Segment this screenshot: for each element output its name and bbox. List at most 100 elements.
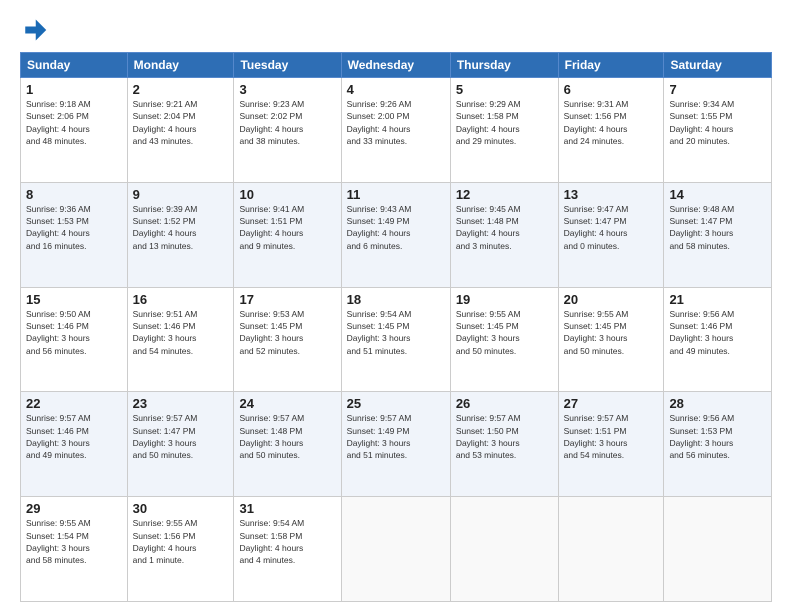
day-number: 28 [669,396,766,411]
calendar-cell: 11Sunrise: 9:43 AMSunset: 1:49 PMDayligh… [341,182,450,287]
calendar-cell: 13Sunrise: 9:47 AMSunset: 1:47 PMDayligh… [558,182,664,287]
calendar-cell: 21Sunrise: 9:56 AMSunset: 1:46 PMDayligh… [664,287,772,392]
day-number: 24 [239,396,335,411]
day-number: 11 [347,187,445,202]
day-info: Sunrise: 9:26 AMSunset: 2:00 PMDaylight:… [347,98,445,147]
day-number: 16 [133,292,229,307]
calendar-cell: 9Sunrise: 9:39 AMSunset: 1:52 PMDaylight… [127,182,234,287]
calendar-cell: 10Sunrise: 9:41 AMSunset: 1:51 PMDayligh… [234,182,341,287]
calendar-cell: 7Sunrise: 9:34 AMSunset: 1:55 PMDaylight… [664,78,772,183]
day-number: 26 [456,396,553,411]
day-number: 3 [239,82,335,97]
day-info: Sunrise: 9:56 AMSunset: 1:46 PMDaylight:… [669,308,766,357]
day-info: Sunrise: 9:47 AMSunset: 1:47 PMDaylight:… [564,203,659,252]
calendar-cell [558,497,664,602]
day-number: 25 [347,396,445,411]
day-info: Sunrise: 9:55 AMSunset: 1:54 PMDaylight:… [26,517,122,566]
day-info: Sunrise: 9:18 AMSunset: 2:06 PMDaylight:… [26,98,122,147]
calendar-week-row: 22Sunrise: 9:57 AMSunset: 1:46 PMDayligh… [21,392,772,497]
day-number: 15 [26,292,122,307]
header [20,16,772,44]
day-info: Sunrise: 9:57 AMSunset: 1:48 PMDaylight:… [239,412,335,461]
day-info: Sunrise: 9:55 AMSunset: 1:45 PMDaylight:… [564,308,659,357]
calendar-cell: 25Sunrise: 9:57 AMSunset: 1:49 PMDayligh… [341,392,450,497]
day-number: 18 [347,292,445,307]
calendar-table: SundayMondayTuesdayWednesdayThursdayFrid… [20,52,772,602]
day-info: Sunrise: 9:57 AMSunset: 1:51 PMDaylight:… [564,412,659,461]
day-info: Sunrise: 9:57 AMSunset: 1:50 PMDaylight:… [456,412,553,461]
day-header: Monday [127,53,234,78]
day-info: Sunrise: 9:21 AMSunset: 2:04 PMDaylight:… [133,98,229,147]
calendar-cell: 19Sunrise: 9:55 AMSunset: 1:45 PMDayligh… [450,287,558,392]
day-header: Saturday [664,53,772,78]
calendar-cell: 26Sunrise: 9:57 AMSunset: 1:50 PMDayligh… [450,392,558,497]
calendar-cell: 30Sunrise: 9:55 AMSunset: 1:56 PMDayligh… [127,497,234,602]
day-number: 29 [26,501,122,516]
day-number: 9 [133,187,229,202]
calendar-cell: 15Sunrise: 9:50 AMSunset: 1:46 PMDayligh… [21,287,128,392]
calendar-week-row: 15Sunrise: 9:50 AMSunset: 1:46 PMDayligh… [21,287,772,392]
calendar-cell: 28Sunrise: 9:56 AMSunset: 1:53 PMDayligh… [664,392,772,497]
day-info: Sunrise: 9:29 AMSunset: 1:58 PMDaylight:… [456,98,553,147]
day-number: 2 [133,82,229,97]
day-number: 10 [239,187,335,202]
day-info: Sunrise: 9:53 AMSunset: 1:45 PMDaylight:… [239,308,335,357]
calendar-cell: 27Sunrise: 9:57 AMSunset: 1:51 PMDayligh… [558,392,664,497]
calendar-cell [450,497,558,602]
day-number: 1 [26,82,122,97]
day-number: 21 [669,292,766,307]
day-info: Sunrise: 9:50 AMSunset: 1:46 PMDaylight:… [26,308,122,357]
calendar-cell: 31Sunrise: 9:54 AMSunset: 1:58 PMDayligh… [234,497,341,602]
page: SundayMondayTuesdayWednesdayThursdayFrid… [0,0,792,612]
day-info: Sunrise: 9:41 AMSunset: 1:51 PMDaylight:… [239,203,335,252]
day-info: Sunrise: 9:55 AMSunset: 1:56 PMDaylight:… [133,517,229,566]
calendar-cell: 17Sunrise: 9:53 AMSunset: 1:45 PMDayligh… [234,287,341,392]
day-info: Sunrise: 9:48 AMSunset: 1:47 PMDaylight:… [669,203,766,252]
calendar-week-row: 1Sunrise: 9:18 AMSunset: 2:06 PMDaylight… [21,78,772,183]
day-info: Sunrise: 9:43 AMSunset: 1:49 PMDaylight:… [347,203,445,252]
day-number: 31 [239,501,335,516]
calendar-week-row: 8Sunrise: 9:36 AMSunset: 1:53 PMDaylight… [21,182,772,287]
calendar-cell: 5Sunrise: 9:29 AMSunset: 1:58 PMDaylight… [450,78,558,183]
day-number: 22 [26,396,122,411]
calendar-cell: 14Sunrise: 9:48 AMSunset: 1:47 PMDayligh… [664,182,772,287]
day-number: 4 [347,82,445,97]
day-header: Sunday [21,53,128,78]
calendar-cell [664,497,772,602]
logo-icon [20,16,48,44]
header-row: SundayMondayTuesdayWednesdayThursdayFrid… [21,53,772,78]
day-info: Sunrise: 9:51 AMSunset: 1:46 PMDaylight:… [133,308,229,357]
day-info: Sunrise: 9:45 AMSunset: 1:48 PMDaylight:… [456,203,553,252]
day-info: Sunrise: 9:54 AMSunset: 1:58 PMDaylight:… [239,517,335,566]
day-number: 8 [26,187,122,202]
calendar-cell: 4Sunrise: 9:26 AMSunset: 2:00 PMDaylight… [341,78,450,183]
calendar-cell: 6Sunrise: 9:31 AMSunset: 1:56 PMDaylight… [558,78,664,183]
day-info: Sunrise: 9:57 AMSunset: 1:46 PMDaylight:… [26,412,122,461]
calendar-cell: 22Sunrise: 9:57 AMSunset: 1:46 PMDayligh… [21,392,128,497]
calendar-cell: 23Sunrise: 9:57 AMSunset: 1:47 PMDayligh… [127,392,234,497]
day-number: 7 [669,82,766,97]
day-info: Sunrise: 9:39 AMSunset: 1:52 PMDaylight:… [133,203,229,252]
day-number: 17 [239,292,335,307]
calendar-week-row: 29Sunrise: 9:55 AMSunset: 1:54 PMDayligh… [21,497,772,602]
day-number: 13 [564,187,659,202]
calendar-cell: 18Sunrise: 9:54 AMSunset: 1:45 PMDayligh… [341,287,450,392]
day-info: Sunrise: 9:57 AMSunset: 1:49 PMDaylight:… [347,412,445,461]
day-info: Sunrise: 9:34 AMSunset: 1:55 PMDaylight:… [669,98,766,147]
day-number: 23 [133,396,229,411]
day-info: Sunrise: 9:54 AMSunset: 1:45 PMDaylight:… [347,308,445,357]
day-number: 12 [456,187,553,202]
logo [20,16,52,44]
day-number: 19 [456,292,553,307]
day-info: Sunrise: 9:36 AMSunset: 1:53 PMDaylight:… [26,203,122,252]
day-header: Tuesday [234,53,341,78]
calendar-cell: 20Sunrise: 9:55 AMSunset: 1:45 PMDayligh… [558,287,664,392]
day-number: 14 [669,187,766,202]
day-info: Sunrise: 9:56 AMSunset: 1:53 PMDaylight:… [669,412,766,461]
calendar-cell: 3Sunrise: 9:23 AMSunset: 2:02 PMDaylight… [234,78,341,183]
day-header: Friday [558,53,664,78]
day-number: 27 [564,396,659,411]
day-number: 30 [133,501,229,516]
day-info: Sunrise: 9:23 AMSunset: 2:02 PMDaylight:… [239,98,335,147]
calendar-body: 1Sunrise: 9:18 AMSunset: 2:06 PMDaylight… [21,78,772,602]
